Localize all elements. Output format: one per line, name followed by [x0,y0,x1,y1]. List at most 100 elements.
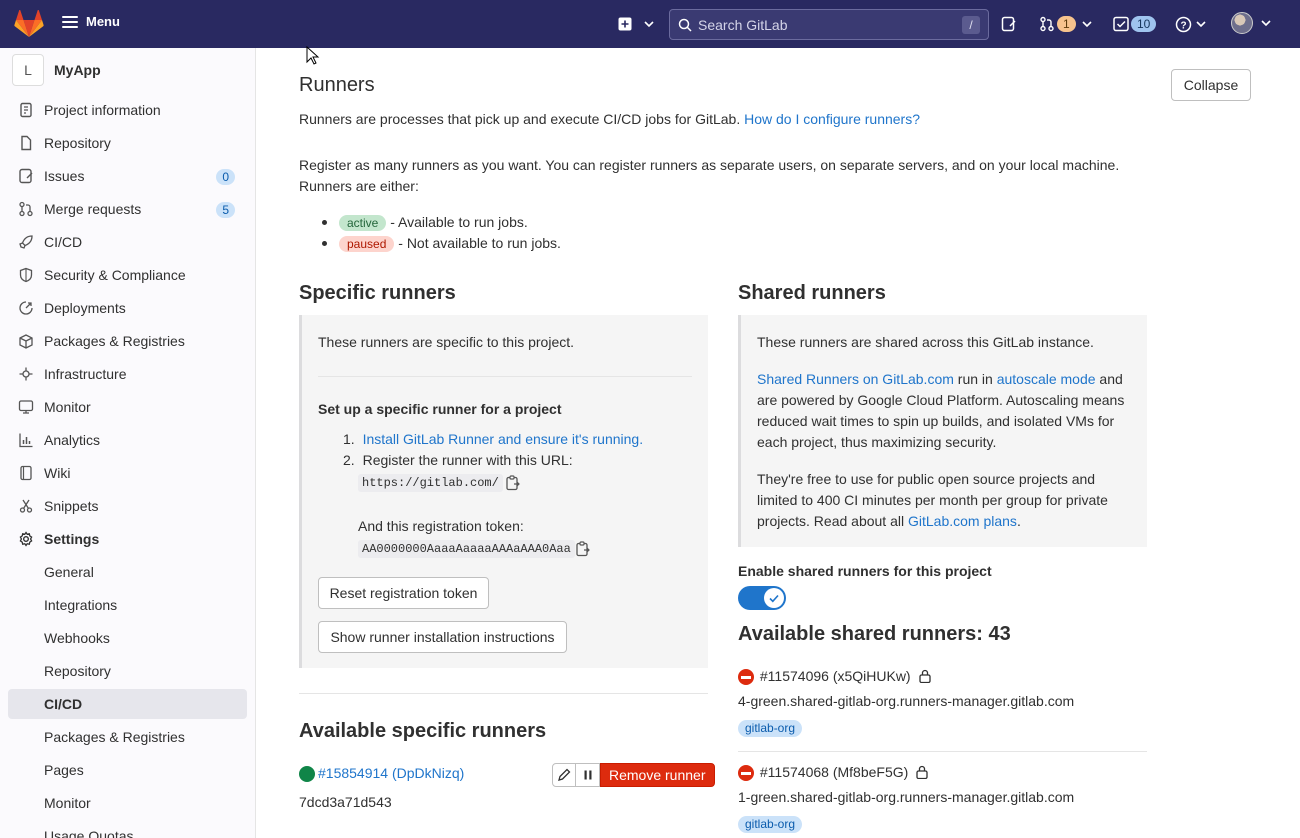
sidebar: L MyApp Project information Repository I… [0,48,256,838]
book-icon [18,465,34,481]
sidebar-item-wiki[interactable]: Wiki [8,458,247,488]
deploy-icon [18,300,34,316]
install-runner-link[interactable]: Install GitLab Runner and ensure it's ru… [363,431,644,447]
enable-shared-runners-toggle[interactable] [738,586,786,610]
specific-runner-link[interactable]: #15854914 (DpDkNizq) [318,763,464,784]
settings-sub-integrations[interactable]: Integrations [8,590,247,620]
settings-sub-packages-registries[interactable]: Packages & Registries [8,722,247,752]
menu-label: Menu [86,14,120,29]
sidebar-item-project-information[interactable]: Project information [8,95,247,125]
user-menu[interactable] [1231,12,1271,34]
collapse-button[interactable]: Collapse [1171,69,1251,101]
sidebar-item-settings[interactable]: Settings [8,524,247,554]
sidebar-item-label: Settings [44,531,100,547]
check-icon [769,594,779,603]
active-item: active - Available to run jobs. [339,212,528,233]
step-2: 2. Register the runner with this URL: [343,450,573,471]
edit-runner-button[interactable] [552,763,576,787]
issues-icon [18,168,34,184]
svg-text:?: ? [1180,20,1186,31]
runner-tag: gitlab-org [738,816,803,833]
shared-p2-line1: They're free to use for public open sour… [757,471,1096,487]
issues-count-badge: 0 [216,169,235,185]
copy-token-clipboard-icon[interactable] [576,541,590,557]
sidebar-item-label: Repository [44,135,111,151]
shared-runner-tag-row: gitlab-org [738,717,803,738]
todos-nav[interactable]: 10 [1113,14,1157,34]
reset-registration-token-button[interactable]: Reset registration token [318,577,489,609]
registration-token: AA0000000AaaaAaaaaAAAaAAA0Aaa [358,540,575,558]
shared-runner-host: 4-green.shared-gitlab-org.runners-manage… [738,693,1075,709]
step-1: 1. Install GitLab Runner and ensure it's… [343,429,643,450]
sidebar-item-label: Packages & Registries [44,333,185,349]
sidebar-item-label: Deployments [44,300,126,316]
help-dropdown[interactable]: ? [1175,14,1206,34]
doc-icon [18,135,34,151]
settings-sub-usage-quotas[interactable]: Usage Quotas [8,821,247,838]
issue-icon [1001,16,1016,32]
sidebar-item-security-compliance[interactable]: Security & Compliance [8,260,247,290]
issues-nav[interactable] [1001,14,1017,34]
scissors-icon [18,498,34,514]
pause-icon [584,770,591,780]
settings-sub-repository[interactable]: Repository [8,656,247,686]
settings-sub-pages[interactable]: Pages [8,755,247,785]
todo-icon [1113,16,1129,32]
copy-url-clipboard-icon[interactable] [506,475,520,491]
autoscale-mode-link[interactable]: autoscale mode [997,371,1096,387]
runner-tag: gitlab-org [738,720,803,737]
shared-runners-link[interactable]: Shared Runners on GitLab.com [757,371,954,387]
step-number: 1. [343,431,355,447]
gitlab-plans-link[interactable]: GitLab.com plans [908,513,1017,529]
gear-icon [18,531,34,547]
search-input[interactable] [698,16,958,33]
settings-sub-webhooks[interactable]: Webhooks [8,623,247,653]
configure-runners-link[interactable]: How do I configure runners? [744,111,920,127]
bullet [322,241,327,246]
lock-icon [916,765,928,780]
project-header[interactable]: L MyApp [12,54,101,86]
sidebar-item-monitor[interactable]: Monitor [8,392,247,422]
show-runner-instructions-button[interactable]: Show runner installation instructions [318,621,567,653]
sidebar-item-issues[interactable]: Issues 0 [8,161,247,191]
menu-button[interactable]: Menu [62,14,120,29]
settings-sub-monitor[interactable]: Monitor [8,788,247,818]
sidebar-item-repository[interactable]: Repository [8,128,247,158]
shared-p2-line3: projects. Read about all GitLab.com plan… [757,511,1021,532]
active-desc: - Available to run jobs. [390,214,528,230]
sidebar-item-label: Snippets [44,498,99,514]
todos-count: 10 [1131,16,1157,32]
settings-sub-general[interactable]: General [8,557,247,587]
setup-title: Set up a specific runner for a project [318,401,562,417]
sidebar-item-infrastructure[interactable]: Infrastructure [8,359,247,389]
gitlab-logo-icon[interactable] [14,10,44,38]
shared-runner-row: #11574068 (Mf8beF5G) [738,762,928,783]
specific-runner-hash: 7dcd3a71d543 [299,794,392,810]
shared-p1-text: run in [953,371,997,387]
new-dropdown[interactable] [618,14,654,34]
search-box[interactable]: / [669,9,989,40]
divider [738,751,1147,752]
merge-requests-nav[interactable]: 1 [1039,14,1092,34]
pause-runner-button[interactable] [576,763,600,787]
sidebar-item-packages-registries[interactable]: Packages & Registries [8,326,247,356]
sidebar-item-cicd[interactable]: CI/CD [8,227,247,257]
settings-sub-cicd[interactable]: CI/CD [8,689,247,719]
sidebar-item-label: Security & Compliance [44,267,186,283]
search-shortcut-key: / [962,16,980,34]
hamburger-icon [62,15,78,28]
runners-intro: Runners are processes that pick up and e… [299,109,920,130]
sidebar-item-merge-requests[interactable]: Merge requests 5 [8,194,247,224]
sidebar-item-analytics[interactable]: Analytics [8,425,247,455]
sidebar-item-snippets[interactable]: Snippets [8,491,247,521]
enable-shared-runners-label: Enable shared runners for this project [738,563,992,579]
merge-icon [18,201,34,217]
runners-title: Runners [299,74,375,96]
divider [318,376,692,377]
remove-runner-button[interactable]: Remove runner [600,763,715,787]
shared-p1-text: and [1095,371,1123,387]
shared-p1-line2: are powered by Google Cloud Platform. Au… [757,392,1125,408]
register-line-1: Register as many runners as you want. Yo… [299,157,1120,173]
sidebar-item-label: CI/CD [44,234,83,250]
sidebar-item-deployments[interactable]: Deployments [8,293,247,323]
